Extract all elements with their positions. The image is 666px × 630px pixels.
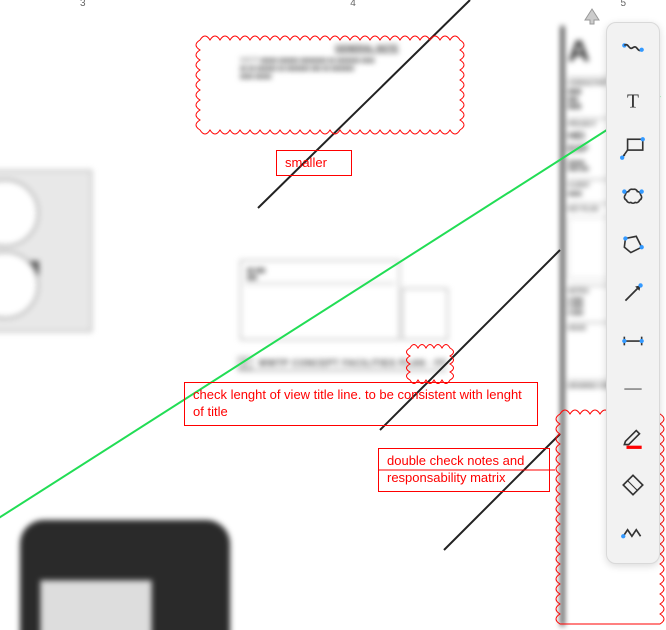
view-title: 2 WWTP CONCEPT FACILITIES PLAN - FF (238, 358, 447, 371)
tool-arrow[interactable] (611, 271, 655, 315)
svg-text:T: T (627, 92, 639, 113)
annotation-smaller[interactable]: smaller (276, 150, 352, 176)
annotation-check-length[interactable]: check lenght of view title line. to be c… (184, 382, 538, 426)
scroll-up-arrow-icon[interactable] (582, 6, 602, 31)
viewer-canvas[interactable]: 3 4 5 GENERAL NOTE WWTP ▮▮▮▮▮ ▮▮▮▮▮▮ ▮▮▮… (0, 0, 666, 630)
markup-toolbar: T (606, 22, 660, 564)
tool-text[interactable]: T (611, 79, 655, 123)
document-content: GENERAL NOTE WWTP ▮▮▮▮▮ ▮▮▮▮▮▮ ▮▮▮▮▮▮▮▮ … (0, 0, 666, 630)
tool-eraser[interactable] (611, 463, 655, 507)
tool-cloud[interactable] (611, 175, 655, 219)
annotation-text: smaller (285, 155, 327, 170)
building-plan-2 (20, 520, 230, 630)
annotation-text: double check notes and responsability ma… (387, 453, 524, 485)
annotation-text: check lenght of view title line. to be c… (193, 387, 522, 419)
tool-polygon[interactable] (611, 223, 655, 267)
view-title-text: WWTP CONCEPT FACILITIES PLAN - FF (259, 358, 447, 368)
annotation-double-check[interactable]: double check notes and responsability ma… (378, 448, 550, 492)
tool-highlight[interactable] (611, 415, 655, 459)
tool-polyline[interactable] (611, 511, 655, 555)
tool-dimension[interactable] (611, 319, 655, 363)
building-plan-1 (0, 170, 92, 332)
legend-table: ▮▮ ▮▮▮▮▮▮ (240, 260, 400, 340)
tool-freehand[interactable] (611, 31, 655, 75)
view-title-number: 2 (238, 357, 252, 369)
general-note-heading: GENERAL NOTE (335, 44, 398, 53)
general-note-body: WWTP ▮▮▮▮▮ ▮▮▮▮▮▮ ▮▮▮▮▮▮▮▮ ▮▮ ▮▮▮▮▮▮▮ ▮▮… (240, 58, 460, 81)
legend-side (402, 288, 448, 340)
tool-callout[interactable] (611, 127, 655, 171)
tool-line[interactable] (611, 367, 655, 411)
